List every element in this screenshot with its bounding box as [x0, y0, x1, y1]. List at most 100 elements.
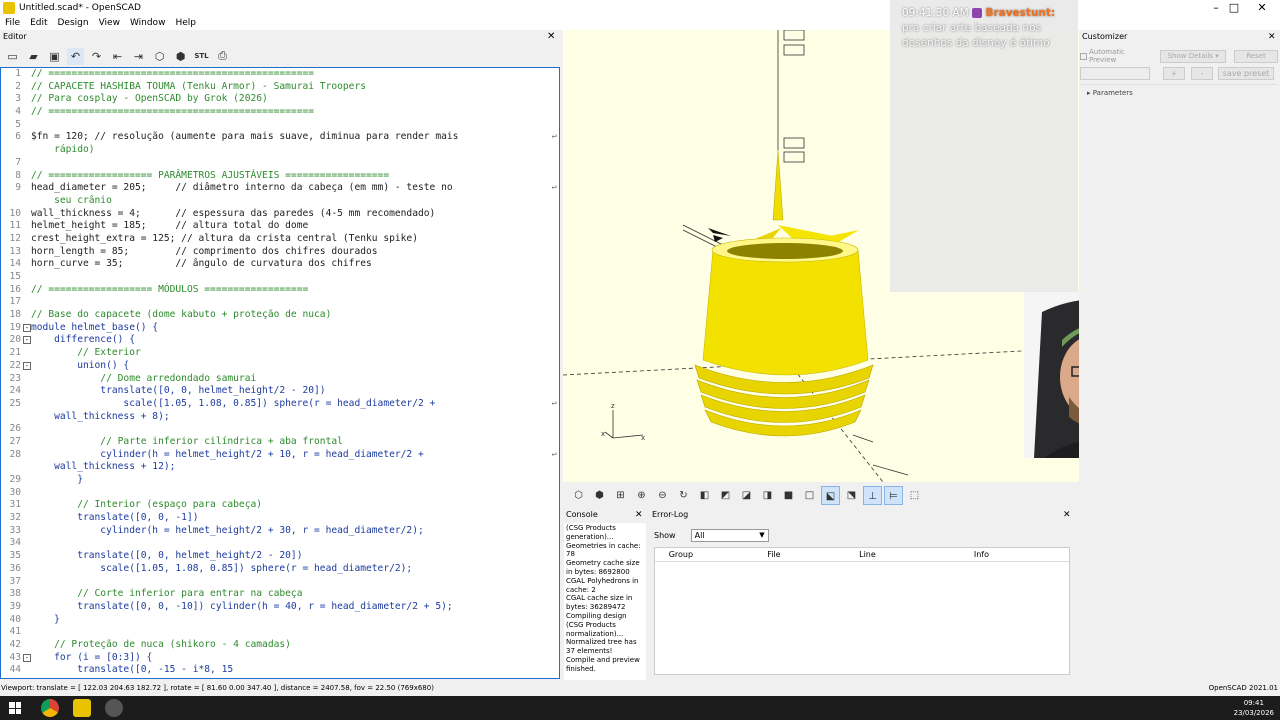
indent-icon[interactable]: ⇥	[130, 48, 147, 65]
menu-window[interactable]: Window	[125, 16, 171, 30]
fold-toggle-icon[interactable]: -	[23, 361, 31, 370]
code-line[interactable]: 20- difference() {	[1, 334, 559, 347]
front-icon[interactable]: ■	[779, 486, 798, 505]
render-icon[interactable]: ⬢	[590, 486, 609, 505]
show-filter-select[interactable]: All ▼	[690, 529, 769, 542]
export-stl-icon[interactable]: STL	[193, 48, 210, 65]
preview-icon[interactable]: ⬡	[151, 48, 168, 65]
fold-toggle-icon[interactable]: -	[23, 323, 31, 332]
right-icon[interactable]: ◧	[695, 486, 714, 505]
fold-toggle-icon[interactable]: -	[23, 653, 31, 662]
code-line[interactable]: 21 // Exterior	[1, 347, 559, 360]
openscad-taskbar-icon[interactable]	[73, 699, 91, 717]
edges-icon[interactable]: ⬚	[905, 486, 924, 505]
code-line[interactable]: 16 // ================== MÓDULOS ========…	[1, 284, 559, 297]
show-details-select[interactable]: Show Details ▾	[1160, 49, 1227, 63]
code-line[interactable]: 26	[1, 423, 559, 436]
code-line[interactable]: 43- for (i = [0:3]) {	[1, 652, 559, 665]
close-errorlog-icon[interactable]: ✕	[1063, 509, 1071, 521]
redo-icon[interactable]: ↷	[88, 48, 105, 65]
code-line[interactable]: 13 horn_length = 85; // comprimento dos c…	[1, 246, 559, 259]
code-line[interactable]: 34	[1, 537, 559, 550]
zoom-out-icon[interactable]: ⊖	[653, 486, 672, 505]
code-line[interactable]: 3 // Para cosplay - OpenSCAD by Grok (202…	[1, 93, 559, 106]
close-console-icon[interactable]: ✕	[635, 509, 643, 521]
menu-help[interactable]: Help	[170, 16, 201, 30]
send-to-print-icon[interactable]: ⎙	[214, 48, 231, 65]
code-line[interactable]: 35 translate([0, 0, helmet_height/2 - 20…	[1, 550, 559, 563]
code-line[interactable]: 28 cylinder(h = helmet_height/2 + 10, r …	[1, 449, 559, 462]
code-line[interactable]: 15	[1, 271, 559, 284]
scale-markers-icon[interactable]: ⊨	[884, 485, 903, 505]
code-line[interactable]: 32 translate([0, 0, -1])	[1, 512, 559, 525]
close-editor-icon[interactable]: ✕	[547, 31, 555, 43]
code-line[interactable]: 11 helmet_height = 185; // altura total d…	[1, 220, 559, 233]
column-line[interactable]: Line	[841, 548, 894, 561]
console-output[interactable]: (CSG Products generation)... Geometries …	[564, 523, 646, 680]
code-line[interactable]: 37	[1, 576, 559, 589]
errorlog-table[interactable]: Group File Line Info	[654, 547, 1070, 675]
close-customizer-icon[interactable]: ✕	[1268, 31, 1276, 43]
menu-edit[interactable]: Edit	[25, 16, 52, 30]
undo-icon[interactable]: ↶	[67, 47, 84, 65]
obs-icon[interactable]	[105, 699, 123, 717]
code-line[interactable]: 39 translate([0, 0, -10]) cylinder(h = 4…	[1, 601, 559, 614]
code-line[interactable]: 5	[1, 119, 559, 132]
preset-select[interactable]	[1080, 67, 1150, 80]
code-line[interactable]: 30	[1, 487, 559, 500]
column-group[interactable]: Group	[655, 548, 707, 561]
column-info[interactable]: Info	[894, 548, 1069, 561]
save-preset-button[interactable]: save preset	[1218, 67, 1274, 80]
code-line[interactable]: 29 }	[1, 474, 559, 487]
parameters-tree[interactable]: ▸ Parameters	[1081, 84, 1277, 679]
view-all-icon[interactable]: ⊞	[611, 486, 630, 505]
code-line[interactable]: 2 // CAPACETE HASHIBA TOUMA (Tenku Armor)…	[1, 81, 559, 94]
code-line[interactable]: 6 $fn = 120; // resolução (aumente para m…	[1, 131, 559, 144]
code-line[interactable]: 1 // ====================================…	[1, 68, 559, 81]
orthogonal-icon[interactable]: ⬔	[842, 486, 861, 505]
close-window-button[interactable]: ✕	[1242, 0, 1280, 16]
code-line[interactable]: 22- union() {	[1, 360, 559, 373]
menu-view[interactable]: View	[94, 16, 125, 30]
preview-icon[interactable]: ⬡	[569, 486, 588, 505]
code-line[interactable]: 24 translate([0, 0, helmet_height/2 - 20…	[1, 385, 559, 398]
code-line[interactable]: 33 cylinder(h = helmet_height/2 + 30, r …	[1, 525, 559, 538]
code-line[interactable]: 19- module helmet_base() {	[1, 322, 559, 335]
code-editor[interactable]: 1 // ====================================…	[0, 67, 560, 679]
open-icon[interactable]: ▰	[25, 48, 42, 65]
code-line[interactable]: 23 // Dome arredondado samurai	[1, 373, 559, 386]
new-icon[interactable]: ▭	[4, 48, 21, 65]
code-line[interactable]: wall_thickness + 12);	[1, 461, 559, 474]
save-icon[interactable]: ▣	[46, 48, 63, 65]
render-icon[interactable]: ⬢	[172, 48, 189, 65]
auto-preview-checkbox[interactable]	[1080, 52, 1087, 60]
remove-preset-button[interactable]: -	[1191, 67, 1213, 80]
code-line[interactable]: 27 // Parte inferior cilíndrica + aba fr…	[1, 436, 559, 449]
system-clock[interactable]: 09:41 23/03/2026	[1234, 698, 1274, 718]
code-line[interactable]: 36 scale([1.05, 1.08, 0.85]) sphere(r = …	[1, 563, 559, 576]
code-line[interactable]: 12 crest_height_extra = 125; // altura da…	[1, 233, 559, 246]
perspective-icon[interactable]: ⬕	[821, 485, 840, 505]
code-line[interactable]: 17	[1, 296, 559, 309]
code-line[interactable]: 18 // Base do capacete (dome kabuto + pro…	[1, 309, 559, 322]
parameters-group[interactable]: Parameters	[1093, 89, 1133, 97]
expand-arrow-icon[interactable]: ▸	[1087, 89, 1091, 97]
code-line[interactable]: 44 translate([0, -15 - i*8, 15	[1, 664, 559, 677]
column-file[interactable]: File	[707, 548, 841, 561]
code-line[interactable]: 9 head_diameter = 205; // diâmetro intern…	[1, 182, 559, 195]
code-line[interactable]: 25 scale([1.05, 1.08, 0.85]) sphere(r = …	[1, 398, 559, 411]
code-line[interactable]: 14 horn_curve = 35; // ângulo de curvatur…	[1, 258, 559, 271]
code-line[interactable]: seu crânio	[1, 195, 559, 208]
chrome-icon[interactable]	[41, 699, 59, 717]
code-line[interactable]: 8 // ================== PARÂMETROS AJUSTÁ…	[1, 170, 559, 183]
menu-design[interactable]: Design	[53, 16, 94, 30]
code-line[interactable]: 10 wall_thickness = 4; // espessura das p…	[1, 208, 559, 221]
code-line[interactable]: 4 // ====================================…	[1, 106, 559, 119]
reset-view-icon[interactable]: ↻	[674, 486, 693, 505]
axes-icon[interactable]: ⊥	[863, 485, 882, 505]
code-line[interactable]: 7	[1, 157, 559, 170]
windows-start-icon[interactable]	[9, 702, 21, 714]
zoom-in-icon[interactable]: ⊕	[632, 486, 651, 505]
fold-toggle-icon[interactable]: -	[23, 336, 31, 345]
code-line[interactable]: 38 // Corte inferior para entrar na cabe…	[1, 588, 559, 601]
